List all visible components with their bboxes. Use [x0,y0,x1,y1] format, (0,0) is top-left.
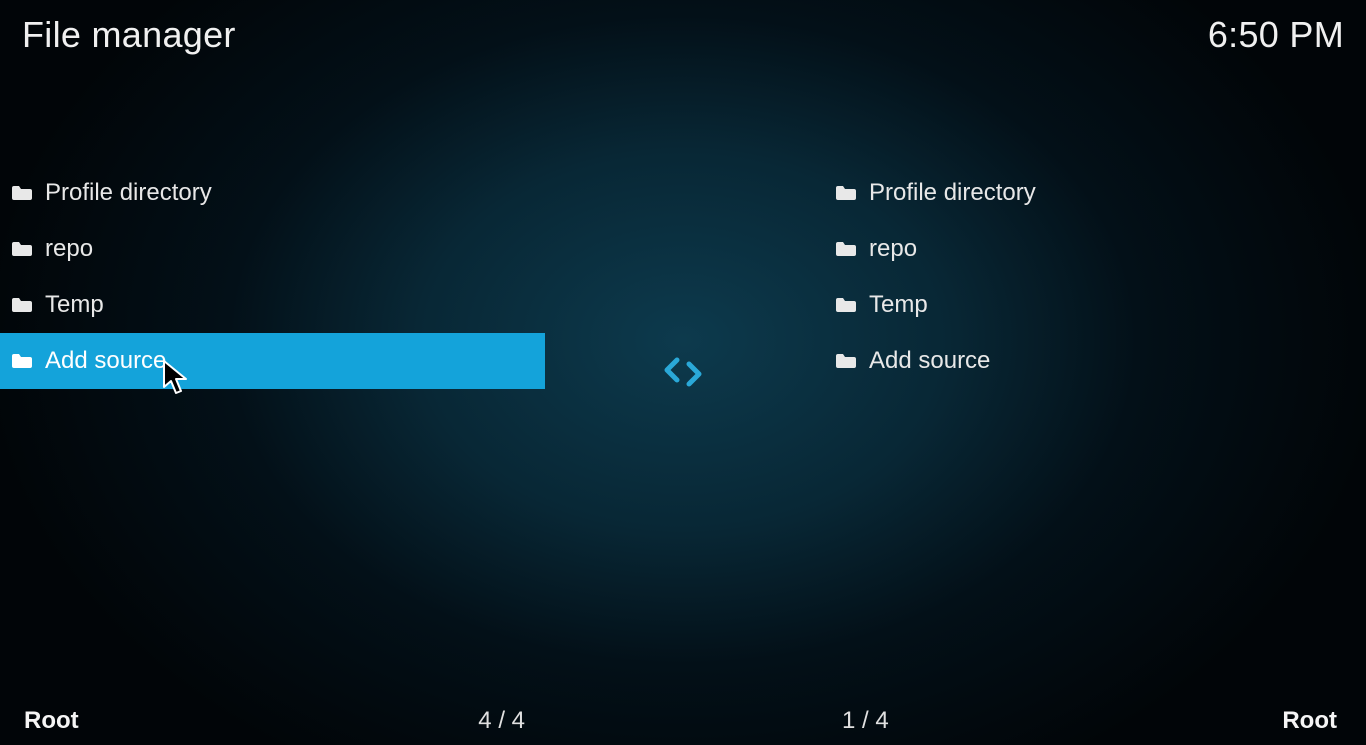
page-title: File manager [22,14,236,56]
list-item-add-source[interactable]: Add source [0,333,545,389]
list-item[interactable]: repo [0,221,545,277]
list-item-add-source[interactable]: Add source [820,333,1365,389]
list-item-label: Profile directory [45,179,212,207]
list-item[interactable]: Temp [820,277,1365,333]
folder-icon [11,241,33,257]
list-item-label: repo [45,235,93,263]
right-footer: 1 / 4 Root [820,707,1365,735]
right-panel: Profile directory repo Temp Add source [820,165,1365,389]
left-footer: Root 4 / 4 [0,707,545,735]
folder-icon [11,185,33,201]
list-item[interactable]: repo [820,221,1365,277]
list-item-label: repo [869,235,917,263]
header-bar: File manager 6:50 PM [0,14,1366,56]
swap-panels-icon[interactable] [659,354,707,390]
left-panel: Profile directory repo Temp Add source [0,165,545,389]
list-item[interactable]: Temp [0,277,545,333]
list-item-label: Temp [869,291,928,319]
folder-icon [11,297,33,313]
list-item-label: Add source [45,347,166,375]
right-counter: 1 / 4 [842,707,889,735]
list-item-label: Temp [45,291,104,319]
list-item[interactable]: Profile directory [0,165,545,221]
folder-icon [835,297,857,313]
left-location: Root [24,707,79,735]
folder-icon [835,241,857,257]
list-item[interactable]: Profile directory [820,165,1365,221]
folder-icon [835,185,857,201]
folder-icon [835,353,857,369]
left-counter: 4 / 4 [478,707,525,735]
folder-icon [11,353,33,369]
clock: 6:50 PM [1208,14,1344,56]
right-location: Root [1282,707,1337,735]
list-item-label: Add source [869,347,990,375]
list-item-label: Profile directory [869,179,1036,207]
